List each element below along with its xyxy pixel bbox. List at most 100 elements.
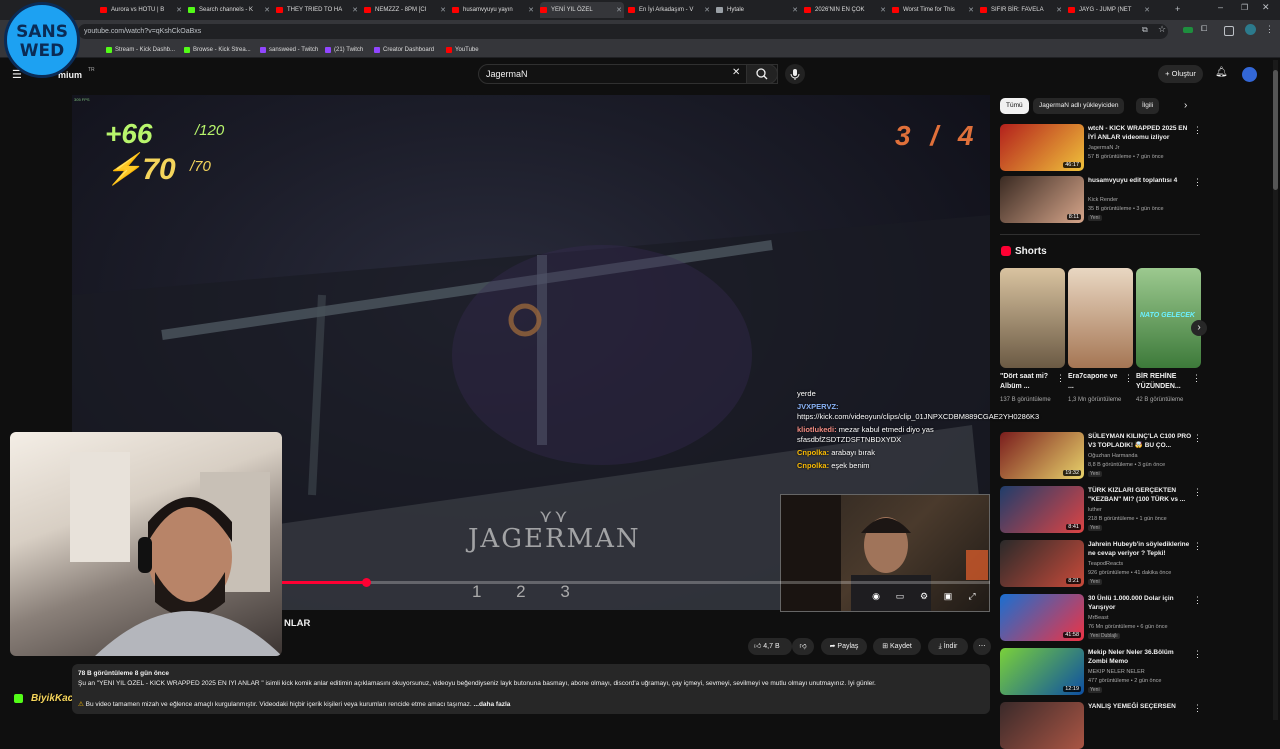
bookmark-star-icon[interactable]: ☆ (1158, 24, 1166, 35)
video-thumbnail[interactable]: 8:11 (1000, 176, 1084, 223)
like-button[interactable]: 👍︎ 4,7 B (748, 638, 792, 655)
video-title[interactable]: 30 Ünlü 1.000.000 Dolar için Yarışıyor (1088, 594, 1192, 612)
video-menu-icon[interactable]: ⋮ (1193, 595, 1202, 606)
video-thumbnail[interactable]: 8:41 (1000, 486, 1084, 533)
shorts-next-button[interactable]: › (1191, 320, 1207, 336)
miniplayer-icon[interactable]: ▣ (942, 592, 954, 601)
address-bar[interactable]: youtube.com/watch?v=qKshCkOaBxs (78, 24, 1168, 39)
chips-next-icon[interactable]: › (1184, 100, 1187, 111)
short-title[interactable]: BİR REHİNE YÜZÜNDEN... (1136, 372, 1192, 392)
video-title[interactable]: TÜRK KIZLARI GERÇEKTEN "KEZBAN" MI? (100… (1088, 486, 1192, 504)
create-button[interactable]: + Oluştur (1158, 65, 1203, 83)
dislike-button[interactable]: 👎︎ (792, 638, 814, 655)
video-channel[interactable]: luther (1088, 506, 1102, 515)
scrollbar-thumb[interactable] (1273, 70, 1278, 190)
video-channel[interactable]: JagermaN Jr (1088, 144, 1119, 153)
video-title[interactable]: Mekip Neler Neler 36.Bölüm Zombi Memo (1088, 648, 1192, 666)
tab-close-icon[interactable]: ✕ (1056, 6, 1064, 14)
short-menu-icon[interactable]: ⋮ (1192, 373, 1201, 384)
video-channel[interactable]: Kick Render (1088, 196, 1118, 205)
bookmark-item[interactable]: Browse - Kick Strea... (184, 44, 251, 55)
browser-tab[interactable]: SIFIR BİR: FAVELA ✕ (980, 2, 1064, 18)
video-thumbnail[interactable]: 41:58 (1000, 594, 1084, 641)
video-title[interactable]: wtcN - KICK WRAPPED 2025 EN İYİ ANLAR vi… (1088, 124, 1192, 142)
video-menu-icon[interactable]: ⋮ (1193, 541, 1202, 552)
short-thumbnail[interactable] (1000, 268, 1065, 368)
browser-tab[interactable]: NEMZZZ - 8PM [CI ✕ (364, 2, 448, 18)
short-thumbnail[interactable]: NATO GELECEK (1136, 268, 1201, 368)
tab-close-icon[interactable]: ✕ (264, 6, 272, 14)
video-menu-icon[interactable]: ⋮ (1193, 703, 1202, 714)
tab-close-icon[interactable]: ✕ (528, 6, 536, 14)
profile-avatar[interactable] (1245, 24, 1256, 35)
tab-close-icon[interactable]: ✕ (616, 6, 624, 14)
video-thumbnail[interactable] (1000, 702, 1084, 749)
save-button[interactable]: ⊞ Kaydet (873, 638, 921, 655)
video-title[interactable]: SÜLEYMAN KILINÇ'LA C100 PRO V3 TOPLADIK!… (1088, 432, 1192, 450)
video-menu-icon[interactable]: ⋮ (1193, 177, 1202, 188)
video-thumbnail[interactable]: 8:21 (1000, 540, 1084, 587)
filter-chip[interactable]: Tümü (1000, 98, 1029, 114)
video-title[interactable]: Jahrein Hubeyb'in söylediklerine ne ceva… (1088, 540, 1192, 558)
video-thumbnail[interactable]: 19:32 (1000, 432, 1084, 479)
browser-tab[interactable]: husamvyuyu yayın ✕ (452, 2, 536, 18)
install-icon[interactable]: ⧉ (1142, 25, 1148, 35)
bookmark-item[interactable]: YouTube (446, 44, 479, 55)
video-menu-icon[interactable]: ⋮ (1193, 125, 1202, 136)
video-menu-icon[interactable]: ⋮ (1193, 649, 1202, 660)
tab-close-icon[interactable]: ✕ (792, 6, 800, 14)
show-more-link[interactable]: ...daha fazla (474, 701, 511, 708)
progress-scrubber[interactable] (361, 578, 371, 587)
fullscreen-icon[interactable]: ⤢ (966, 592, 978, 601)
search-button[interactable] (746, 64, 778, 84)
bookmark-item[interactable]: (21) Twitch (325, 44, 363, 55)
bookmark-item[interactable]: Stream - Kick Dashb... (106, 44, 175, 55)
short-title[interactable]: "Dört saat mi? Albüm ... (1000, 372, 1056, 392)
browser-tab[interactable]: Aurora vs HOTU | B ✕ (100, 2, 184, 18)
extensions-puzzle-icon[interactable]: ⧠ (1201, 24, 1207, 34)
restore-icon[interactable]: ❐ (1241, 3, 1248, 12)
bookmark-item[interactable]: sansweed - Twitch (260, 44, 318, 55)
video-channel[interactable]: MEKIP NELER NELER (1088, 668, 1145, 677)
settings-gear-icon[interactable]: ⚙ (918, 592, 930, 601)
tab-close-icon[interactable]: ✕ (880, 6, 888, 14)
minimize-icon[interactable]: – (1218, 2, 1223, 12)
share-button[interactable]: ➦ Paylaş (821, 638, 867, 655)
video-menu-icon[interactable]: ⋮ (1193, 433, 1202, 444)
new-tab-icon[interactable]: + (1175, 4, 1180, 14)
browser-tab[interactable]: THEY TRIED TO HA ✕ (276, 2, 360, 18)
video-channel[interactable]: MrBeast (1088, 614, 1108, 623)
short-thumbnail[interactable] (1068, 268, 1133, 368)
browser-tab[interactable]: Search channels - K ✕ (188, 2, 272, 18)
browser-tab[interactable]: 2026'NIN EN ÇOK ✕ (804, 2, 888, 18)
short-menu-icon[interactable]: ⋮ (1124, 373, 1133, 384)
browser-tab[interactable]: JAYG - JUMP (NET ✕ (1068, 2, 1152, 18)
account-avatar[interactable] (1242, 67, 1257, 82)
video-thumbnail[interactable]: 46:17 (1000, 124, 1084, 171)
autoplay-toggle[interactable]: ◉ (870, 592, 882, 601)
filter-chip[interactable]: İlgili (1136, 98, 1160, 114)
voice-search-button[interactable] (785, 64, 805, 84)
video-title[interactable]: YANLIŞ YEMEĞİ SEÇERSEN (1088, 702, 1192, 711)
browser-tab[interactable]: En İyi Arkadaşım - V ✕ (628, 2, 712, 18)
browser-tab[interactable]: YENİ YIL ÖZEL ✕ (540, 2, 624, 18)
filter-chip[interactable]: JagermaN adlı yükleyiciden (1033, 98, 1125, 114)
video-menu-icon[interactable]: ⋮ (1193, 487, 1202, 498)
browser-tab[interactable]: Hytale ✕ (716, 2, 800, 18)
clear-search-icon[interactable]: ✕ (732, 67, 740, 78)
tab-close-icon[interactable]: ✕ (176, 6, 184, 14)
video-channel[interactable]: Oğuzhan Harmanda (1088, 452, 1138, 461)
tab-close-icon[interactable]: ✕ (968, 6, 976, 14)
subtitles-icon[interactable]: ▭ (894, 592, 906, 601)
video-channel[interactable]: TeapodReacts (1088, 560, 1123, 569)
close-window-icon[interactable]: ✕ (1262, 2, 1270, 13)
browser-tab[interactable]: Worst Time for This ✕ (892, 2, 976, 18)
tab-close-icon[interactable]: ✕ (1144, 6, 1152, 14)
tab-close-icon[interactable]: ✕ (352, 6, 360, 14)
video-title[interactable]: husamvyuyu edit toplantısı 4 (1088, 176, 1192, 185)
browser-menu-icon[interactable]: ⋮ (1265, 24, 1274, 35)
short-title[interactable]: Era7capone ve ... (1068, 372, 1124, 392)
bookmark-item[interactable]: Creator Dashboard (374, 44, 434, 55)
short-menu-icon[interactable]: ⋮ (1056, 373, 1065, 384)
video-thumbnail[interactable]: 12:19 (1000, 648, 1084, 695)
